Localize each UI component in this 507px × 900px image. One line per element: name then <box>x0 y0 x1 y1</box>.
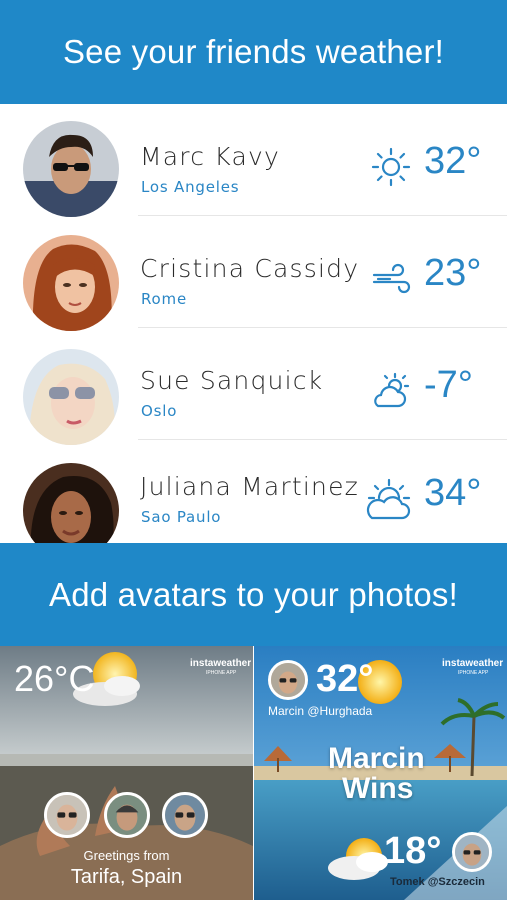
avatar <box>44 792 90 838</box>
wind-icon <box>368 256 414 302</box>
friend-city: Los Angeles <box>141 178 240 196</box>
promo-title: Add avatars to your photos! <box>49 575 458 613</box>
friend-city: Sao Paulo <box>141 508 222 526</box>
photo-temp: 32° <box>316 658 374 700</box>
brand-sub: IPHONE APP <box>206 670 237 676</box>
photo-temp: 26°C <box>14 658 95 699</box>
photo-temp2: 18° <box>384 830 442 872</box>
promo-banner: Add avatars to your photos! <box>0 543 507 646</box>
brand-logo: instaweather <box>442 658 504 669</box>
friend-name: Sue Sanquick <box>140 366 324 395</box>
header-banner: See your friends weather! <box>0 0 507 104</box>
avatar <box>452 832 492 872</box>
sun-cloud-icon <box>364 476 414 526</box>
header-title: See your friends weather! <box>62 33 445 70</box>
friend-name: Juliana Martinez <box>140 472 360 501</box>
friends-list: Marc Kavy Los Angeles 32° Cristina Cassi… <box>0 104 507 559</box>
avatar <box>23 235 119 331</box>
friend-temp: 23° <box>424 252 482 294</box>
friend-row[interactable]: Marc Kavy Los Angeles 32° <box>0 104 507 217</box>
greeting-text: Greetings from <box>83 848 170 863</box>
friend-name: Cristina Cassidy <box>140 254 360 283</box>
headline-line2: Wins <box>342 772 414 805</box>
friend-temp: -7° <box>424 364 473 406</box>
sun-icon <box>368 144 414 190</box>
friend-city: Oslo <box>141 402 178 420</box>
avatar <box>162 792 208 838</box>
avatar <box>268 660 308 700</box>
photo-examples: 26°C instaweather IPHONE APP Greetings f… <box>0 646 507 900</box>
photo-tarifa: 26°C instaweather IPHONE APP Greetings f… <box>0 646 253 900</box>
location-text: Tarifa, Spain <box>70 866 183 888</box>
brand-logo: instaweather <box>190 658 252 669</box>
friend-row[interactable]: Cristina Cassidy Rome 23° <box>0 216 507 331</box>
friend-city: Rome <box>141 290 187 308</box>
avatar <box>23 349 119 445</box>
brand-sub: IPHONE APP <box>458 670 489 676</box>
friend-name: Marc Kavy <box>140 142 280 171</box>
friend-row[interactable]: Juliana Martinez Sao Paulo 34° <box>0 440 507 559</box>
avatar <box>104 792 150 838</box>
friend-temp: 32° <box>424 140 482 182</box>
friend-row[interactable]: Sue Sanquick Oslo -7° <box>0 328 507 445</box>
friend-temp: 34° <box>424 472 482 514</box>
photo-user2: Tomek @Szczecin <box>390 876 485 888</box>
photo-user: Marcin @Hurghada <box>268 704 373 718</box>
avatar <box>23 121 119 217</box>
photo-hurghada: 32° Marcin @Hurghada instaweather IPHONE… <box>254 646 507 900</box>
headline-line1: Marcin <box>328 742 425 775</box>
partly-cloudy-icon <box>368 368 414 414</box>
